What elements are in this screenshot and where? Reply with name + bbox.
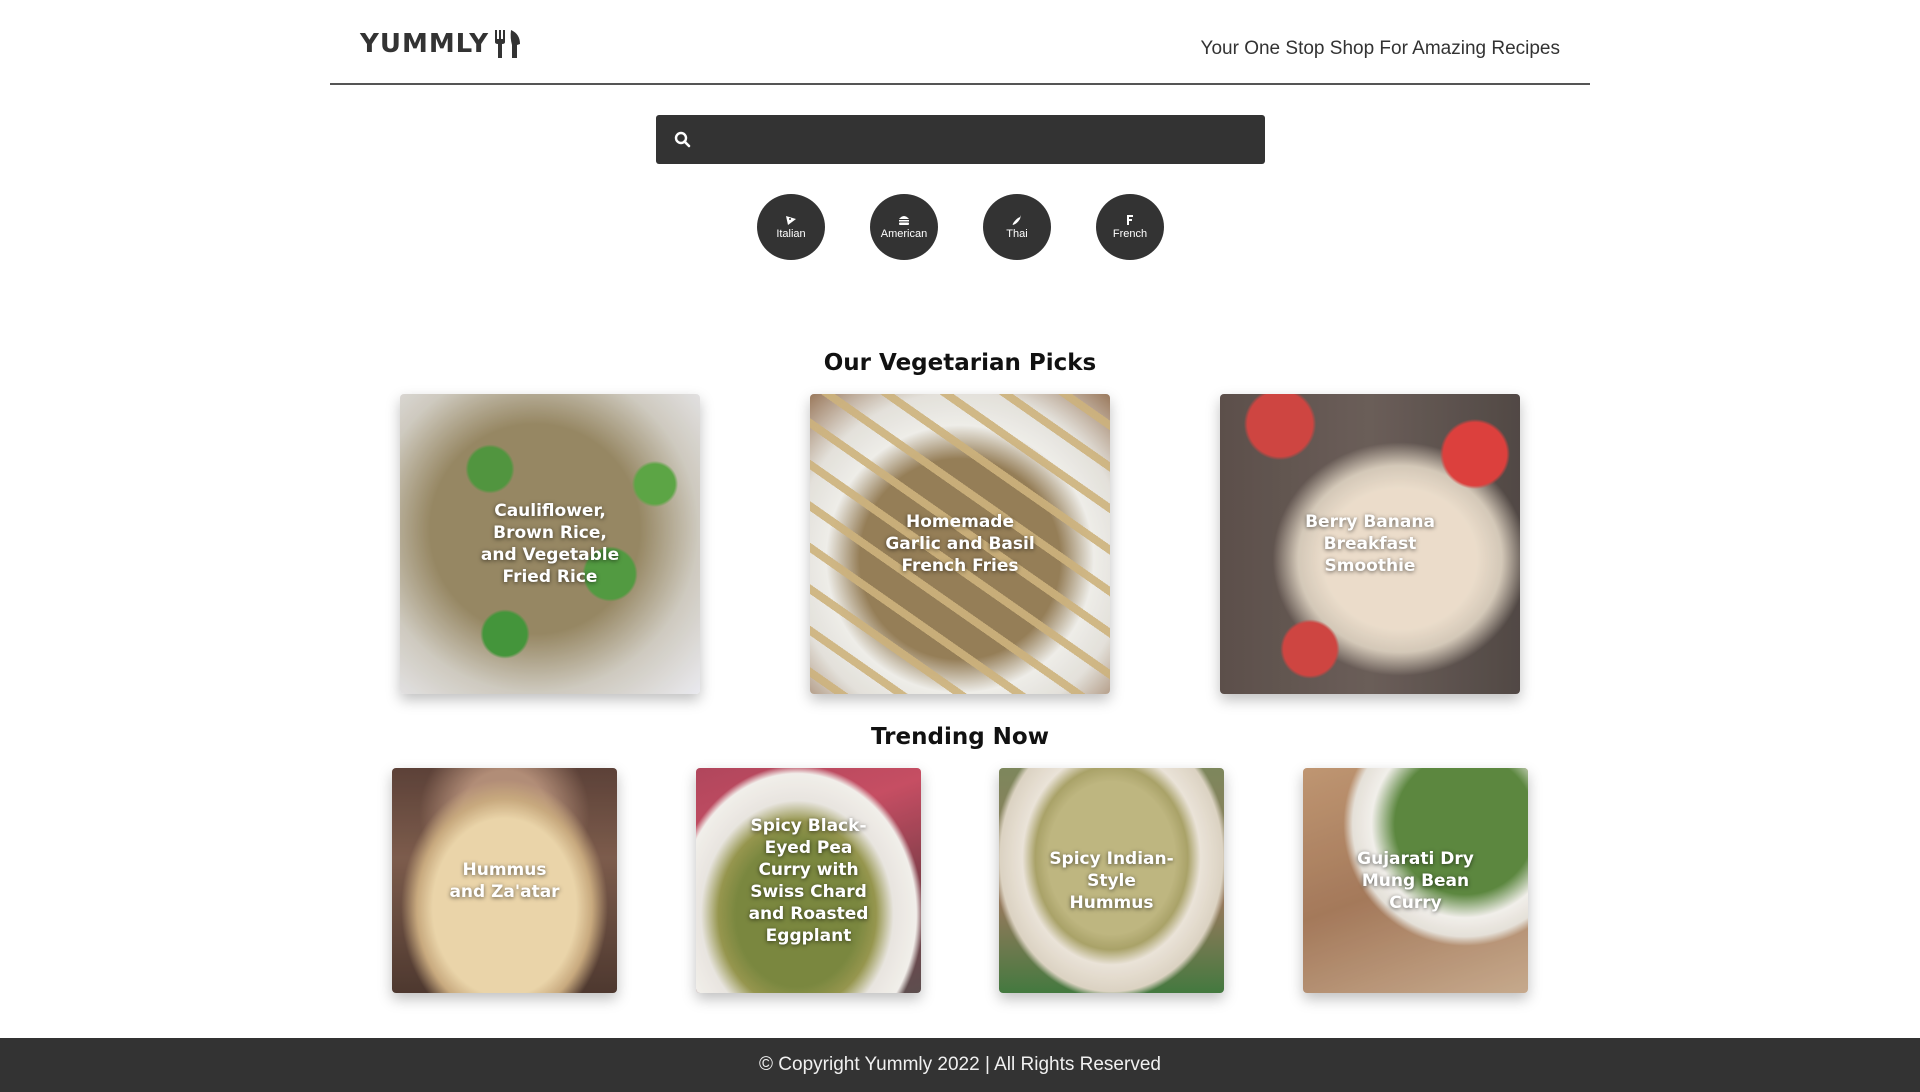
recipe-card[interactable]: Gujarati Dry Mung Bean Curry bbox=[1303, 768, 1528, 993]
recipe-title: Hummus and Za'atar bbox=[449, 859, 560, 902]
site-footer: © Copyright Yummly 2022 | All Rights Res… bbox=[0, 1038, 1920, 1092]
recipe-card[interactable]: Spicy Indian-Style Hummus bbox=[999, 768, 1224, 993]
chili-icon bbox=[1012, 215, 1021, 225]
cuisine-button-thai[interactable]: Thai bbox=[983, 194, 1051, 260]
cuisine-filters: Italian American Thai French bbox=[757, 194, 1164, 260]
cuisine-button-italian[interactable]: Italian bbox=[757, 194, 825, 260]
cuisine-button-french[interactable]: French bbox=[1096, 194, 1164, 260]
recipe-title: Homemade Garlic and Basil French Fries bbox=[885, 512, 1035, 576]
cuisine-label: Thai bbox=[1006, 228, 1028, 240]
recipe-card[interactable]: Hummus and Za'atar bbox=[392, 768, 617, 993]
search-icon[interactable] bbox=[674, 131, 692, 149]
recipe-title: Berry Banana Breakfast Smoothie bbox=[1305, 512, 1435, 576]
recipe-title: Gujarati Dry Mung Bean Curry bbox=[1357, 848, 1474, 913]
cuisine-label: Italian bbox=[776, 228, 806, 240]
french-icon bbox=[1127, 215, 1133, 225]
recipe-title: Spicy Black-Eyed Pea Curry with Swiss Ch… bbox=[748, 815, 869, 946]
recipe-title: Spicy Indian-Style Hummus bbox=[1049, 848, 1174, 913]
cuisine-label: French bbox=[1112, 228, 1148, 240]
search-input[interactable] bbox=[692, 115, 1265, 164]
fork-knife-icon bbox=[495, 30, 521, 58]
site-tagline: Your One Stop Shop For Amazing Recipes bbox=[1200, 38, 1560, 59]
recipe-card[interactable]: Spicy Black-Eyed Pea Curry with Swiss Ch… bbox=[696, 768, 921, 993]
vegetarian-section-title: Our Vegetarian Picks bbox=[823, 350, 1097, 376]
trending-section-title: Trending Now bbox=[871, 724, 1049, 750]
cuisine-label: American bbox=[880, 228, 928, 240]
pizza-icon bbox=[786, 216, 796, 225]
recipe-card[interactable]: Berry Banana Breakfast Smoothie bbox=[1220, 394, 1520, 694]
logo[interactable]: YUMMLY bbox=[360, 28, 523, 60]
recipe-title: Cauliflower, Brown Rice, and Vegetable F… bbox=[480, 501, 620, 587]
recipe-card[interactable]: Cauliflower, Brown Rice, and Vegetable F… bbox=[400, 394, 700, 694]
recipe-card[interactable]: Homemade Garlic and Basil French Fries bbox=[810, 394, 1110, 694]
logo-text: YUMMLY bbox=[360, 29, 490, 59]
cuisine-button-american[interactable]: American bbox=[870, 194, 938, 260]
search-bar bbox=[656, 115, 1265, 164]
copyright-text: © Copyright Yummly 2022 | All Rights Res… bbox=[759, 1054, 1161, 1075]
burger-icon bbox=[899, 216, 909, 225]
site-header: YUMMLY Your One Stop Shop For Amazing Re… bbox=[330, 0, 1590, 85]
